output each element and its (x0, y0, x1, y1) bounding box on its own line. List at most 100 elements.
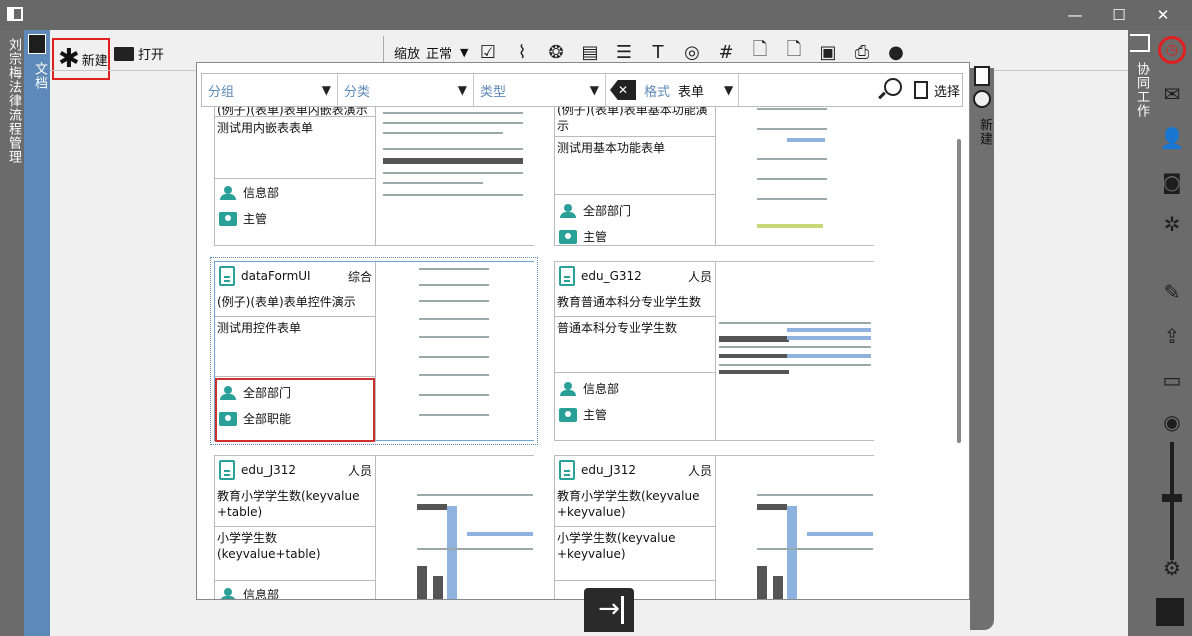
card-type: 人员 (687, 463, 712, 478)
share-icon[interactable]: ⇪ (1158, 322, 1186, 350)
title-bar: — ☐ ✕ (0, 0, 1192, 30)
card-description: 小学学生数(keyvalue+table) (217, 531, 321, 561)
form-card[interactable]: edu_J312 人员 教育小学学生数(keyvalue +keyvalue) … (554, 455, 874, 599)
category-filter[interactable]: 分类 ▼ (338, 74, 474, 106)
role-label: 主管 (583, 408, 608, 422)
card-header: dataFormUI 综合 (215, 262, 376, 290)
card-thumbnail (377, 262, 534, 440)
card-code: dataFormUI (241, 269, 311, 283)
card-thumbnail (717, 107, 874, 245)
page-icon (914, 81, 928, 99)
chevron-down-icon: ▼ (460, 45, 469, 59)
department-label: 信息部 (583, 382, 620, 396)
card-role: 主管 (219, 210, 267, 227)
group-icon (219, 185, 237, 200)
enter-icon[interactable] (1130, 34, 1150, 52)
card-role: 主管 (559, 228, 607, 245)
form-picker-dialog: 分组 ▼ 分类 ▼ 类型 ▼ ✕ 格式 表单 ▼ 选择 (例子)(表单)表单内嵌… (196, 62, 970, 600)
project-strip[interactable]: 刘宗梅法律流程管理 (0, 30, 24, 636)
type-filter[interactable]: 类型 ▼ (474, 74, 606, 106)
new-button[interactable]: ✱ 新建 (52, 38, 110, 80)
form-card-list[interactable]: (例子)(表单)表单内嵌表演示 测试用内嵌表表单 信息部 主管 (例子)(表单)… (197, 107, 953, 599)
format-filter[interactable]: 格式 表单 ▼ (644, 74, 733, 106)
card-description: 测试用内嵌表表单 (217, 121, 314, 135)
zoom-slider-thumb[interactable] (1162, 494, 1182, 502)
card-code: edu_G312 (581, 269, 642, 283)
project-title: 刘宗梅法律流程管理 (6, 38, 21, 164)
chevron-down-icon: ▼ (724, 83, 734, 97)
card-code: edu_J312 (241, 463, 297, 477)
user-icon[interactable]: 👤 (1158, 124, 1186, 152)
chevron-down-icon: ▼ (321, 83, 331, 97)
maximize-button[interactable]: ☐ (1096, 0, 1142, 30)
monitor-icon[interactable]: ▭ (1158, 366, 1186, 394)
form-card[interactable]: (例子)(表单)表单基本功能演示 测试用基本功能表单 全部部门 主管 (554, 107, 874, 246)
filter-bar: 分组 ▼ 分类 ▼ 类型 ▼ ✕ 格式 表单 ▼ 选择 (201, 73, 963, 107)
card-title: (例子)(表单)表单控件演示 (217, 295, 356, 309)
search-icon[interactable] (878, 78, 902, 102)
collapse-arrow-button[interactable]: → (584, 588, 634, 632)
card-thumbnail (377, 107, 534, 245)
type-filter-label: 类型 (480, 84, 507, 100)
asterisk-icon: ✱ (58, 44, 80, 74)
group-filter-label: 分组 (208, 84, 235, 100)
card-department: 信息部 (219, 586, 279, 599)
color-swatch[interactable] (1156, 598, 1184, 626)
card-department: 信息部 (219, 184, 279, 201)
open-button[interactable]: 打开 (114, 44, 164, 63)
minimize-button[interactable]: — (1052, 0, 1098, 30)
form-card[interactable]: (例子)(表单)表单内嵌表演示 测试用内嵌表表单 信息部 主管 (214, 107, 534, 246)
app-window: — ☐ ✕ 刘宗梅法律流程管理 文档 ✱ 新建 打开 缩放 正常 ▼ ☑ ⌇ ❂… (0, 0, 1192, 636)
card-thumbnail (717, 456, 874, 599)
folder-icon (114, 46, 134, 61)
card-description: 小学学生数(keyvalue +keyvalue) (557, 531, 676, 561)
gear-icon[interactable]: ⚙ (1158, 554, 1186, 582)
document-label: 文档 (32, 62, 47, 90)
card-thumbnail (377, 456, 534, 599)
select-button[interactable]: 选择 (914, 74, 960, 106)
new-label: 新建 (81, 53, 108, 69)
badge-icon (559, 229, 577, 244)
badge-icon (219, 211, 237, 226)
exit-door-icon[interactable] (28, 34, 46, 54)
bug-icon[interactable]: ✲ (1158, 210, 1186, 238)
vertical-scrollbar[interactable] (957, 139, 961, 443)
eye-icon[interactable]: ◉ (1158, 408, 1186, 436)
document-icon[interactable] (974, 66, 990, 86)
document-icon (559, 266, 575, 286)
department-label: 全部部门 (583, 204, 632, 218)
power-icon[interactable] (973, 90, 991, 108)
card-header: edu_J312 人员 (215, 456, 376, 484)
group-filter[interactable]: 分组 ▼ (202, 74, 338, 106)
card-title: 教育普通本科分专业学生数 (557, 295, 702, 309)
form-card-selected[interactable]: dataFormUI 综合 (例子)(表单)表单控件演示 测试用控件表单 全部部… (210, 257, 538, 445)
new-panel-strip[interactable]: 新建 (970, 66, 994, 630)
card-description: 测试用基本功能表单 (557, 141, 666, 155)
card-description: 测试用控件表单 (217, 321, 302, 335)
camera-icon[interactable]: ◙ (1158, 168, 1186, 196)
clear-icon[interactable]: ✕ (610, 80, 636, 100)
collaboration-strip[interactable]: 协同工作 (1128, 30, 1152, 636)
group-icon (559, 381, 577, 396)
mail-icon[interactable]: ✉ (1158, 80, 1186, 108)
department-label: 信息部 (243, 588, 280, 599)
card-title: 教育小学学生数(keyvalue +keyvalue) (557, 489, 700, 519)
role-label: 主管 (243, 212, 268, 226)
card-type: 综合 (347, 269, 372, 284)
card-header: edu_G312 人员 (555, 262, 716, 290)
close-button[interactable]: ✕ (1140, 0, 1186, 30)
form-card[interactable]: edu_J312 人员 教育小学学生数(keyvalue +table) 小学学… (214, 455, 534, 599)
feather-icon[interactable]: ✎ (1158, 278, 1186, 306)
card-header: edu_J312 人员 (555, 456, 716, 484)
new-panel-label: 新建 (977, 118, 992, 146)
document-strip[interactable]: 文档 (24, 30, 50, 636)
select-label: 选择 (934, 84, 961, 100)
card-type: 人员 (687, 269, 712, 284)
form-card[interactable]: edu_G312 人员 教育普通本科分专业学生数 普通本科分专业学生数 信息部 … (554, 261, 874, 441)
card-description: 普通本科分专业学生数 (557, 321, 678, 335)
category-filter-label: 分类 (344, 84, 371, 100)
clock-icon[interactable]: ◷ (1158, 36, 1186, 64)
collaboration-label: 协同工作 (1134, 62, 1149, 118)
format-value: 表单 (678, 84, 705, 100)
group-icon (219, 587, 237, 599)
